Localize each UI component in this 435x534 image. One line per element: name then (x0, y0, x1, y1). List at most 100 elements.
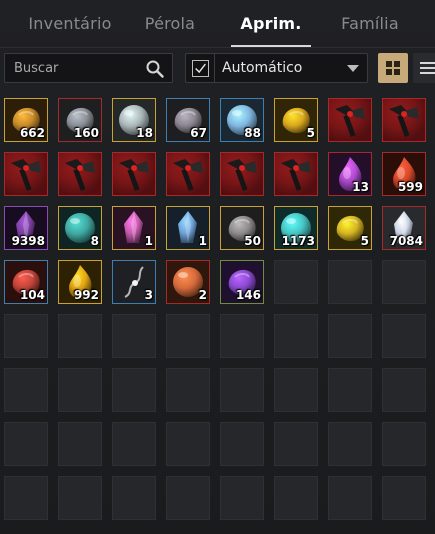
item-slot[interactable]: 146 (220, 260, 264, 304)
item-slot[interactable] (328, 98, 372, 142)
list-line-mark (420, 72, 435, 74)
item-slot[interactable] (166, 152, 210, 196)
empty-slot[interactable] (328, 476, 372, 520)
empty-slot[interactable] (58, 368, 102, 412)
empty-slot[interactable] (274, 368, 318, 412)
empty-slot[interactable] (220, 422, 264, 466)
empty-slot[interactable] (112, 476, 156, 520)
list-view-button[interactable] (413, 53, 435, 83)
empty-slot[interactable] (58, 422, 102, 466)
crimson-hammer-icon (113, 153, 155, 195)
empty-slot[interactable] (4, 314, 48, 358)
item-slot[interactable] (4, 152, 48, 196)
item-quantity: 18 (136, 126, 153, 140)
tab-family[interactable]: Família (325, 0, 415, 46)
empty-slot[interactable] (274, 260, 318, 304)
filter-dropdown[interactable]: Automático (185, 53, 368, 83)
item-quantity: 1173 (281, 234, 315, 248)
empty-slot[interactable] (220, 314, 264, 358)
empty-slot[interactable] (112, 368, 156, 412)
empty-slot[interactable] (166, 422, 210, 466)
filter-checkbox[interactable] (192, 60, 209, 77)
empty-slot[interactable] (220, 368, 264, 412)
empty-slot[interactable] (274, 476, 318, 520)
empty-slot[interactable] (112, 314, 156, 358)
item-slot[interactable] (112, 152, 156, 196)
item-slot[interactable]: 67 (166, 98, 210, 142)
item-quantity: 88 (244, 126, 261, 140)
item-quantity: 146 (235, 288, 261, 302)
empty-slot[interactable] (382, 314, 426, 358)
grid-cell-mark (394, 69, 400, 75)
item-slot[interactable] (382, 98, 426, 142)
item-slot[interactable]: 1173 (274, 206, 318, 250)
item-quantity: 160 (73, 126, 99, 140)
item-quantity: 662 (19, 126, 45, 140)
crimson-hammer-icon (5, 153, 47, 195)
search-input[interactable] (5, 54, 141, 82)
item-quantity: 599 (397, 180, 423, 194)
empty-slot[interactable] (274, 422, 318, 466)
filter-selected-value: Automático (222, 60, 303, 76)
item-slot[interactable]: 1 (166, 206, 210, 250)
item-slot[interactable] (274, 152, 318, 196)
empty-slot[interactable] (58, 476, 102, 520)
empty-slot[interactable] (4, 476, 48, 520)
empty-slot[interactable] (382, 260, 426, 304)
item-slot[interactable]: 5 (328, 206, 372, 250)
item-slot[interactable]: 104 (4, 260, 48, 304)
item-slot[interactable]: 662 (4, 98, 48, 142)
item-slot[interactable] (58, 152, 102, 196)
empty-slot[interactable] (166, 476, 210, 520)
empty-slot[interactable] (166, 314, 210, 358)
item-quantity: 104 (19, 288, 45, 302)
empty-slot[interactable] (328, 314, 372, 358)
item-quantity: 67 (190, 126, 207, 140)
empty-slot[interactable] (58, 314, 102, 358)
item-slot[interactable]: 1 (112, 206, 156, 250)
filter-separator (214, 54, 215, 82)
empty-slot[interactable] (274, 314, 318, 358)
empty-slot[interactable] (382, 476, 426, 520)
empty-slot[interactable] (382, 368, 426, 412)
item-quantity: 3 (144, 288, 153, 302)
search-icon[interactable] (145, 59, 165, 79)
item-slot[interactable]: 50 (220, 206, 264, 250)
empty-slot[interactable] (4, 368, 48, 412)
empty-slot[interactable] (328, 368, 372, 412)
item-slot[interactable]: 9398 (4, 206, 48, 250)
item-slot[interactable]: 88 (220, 98, 264, 142)
empty-slot[interactable] (220, 476, 264, 520)
item-slot[interactable]: 599 (382, 152, 426, 196)
tab-pearl[interactable]: Pérola (125, 0, 215, 46)
item-slot[interactable]: 3 (112, 260, 156, 304)
item-quantity: 8 (90, 234, 99, 248)
empty-slot[interactable] (328, 422, 372, 466)
chevron-down-icon (347, 65, 359, 72)
empty-slot[interactable] (382, 422, 426, 466)
item-slot[interactable]: 7084 (382, 206, 426, 250)
empty-slot[interactable] (112, 422, 156, 466)
tab-bar: Inventário Pérola Aprim. Família (0, 0, 435, 47)
item-quantity: 5 (360, 234, 369, 248)
grid-view-button[interactable] (378, 53, 408, 83)
empty-slot[interactable] (4, 422, 48, 466)
item-slot[interactable]: 160 (58, 98, 102, 142)
tab-inventory[interactable]: Inventário (10, 0, 130, 46)
empty-slot[interactable] (328, 260, 372, 304)
crimson-hammer-icon (167, 153, 209, 195)
item-quantity: 992 (73, 288, 99, 302)
item-slot[interactable]: 5 (274, 98, 318, 142)
tab-upgrade[interactable]: Aprim. (226, 0, 316, 46)
item-slot[interactable]: 18 (112, 98, 156, 142)
item-slot[interactable]: 8 (58, 206, 102, 250)
item-slot[interactable]: 2 (166, 260, 210, 304)
empty-slot[interactable] (166, 368, 210, 412)
item-slot[interactable]: 992 (58, 260, 102, 304)
item-quantity: 5 (306, 126, 315, 140)
item-quantity: 13 (352, 180, 369, 194)
item-slot[interactable] (220, 152, 264, 196)
item-slot[interactable]: 13 (328, 152, 372, 196)
checkmark-icon (195, 63, 206, 74)
grid-cell-mark (394, 61, 400, 67)
